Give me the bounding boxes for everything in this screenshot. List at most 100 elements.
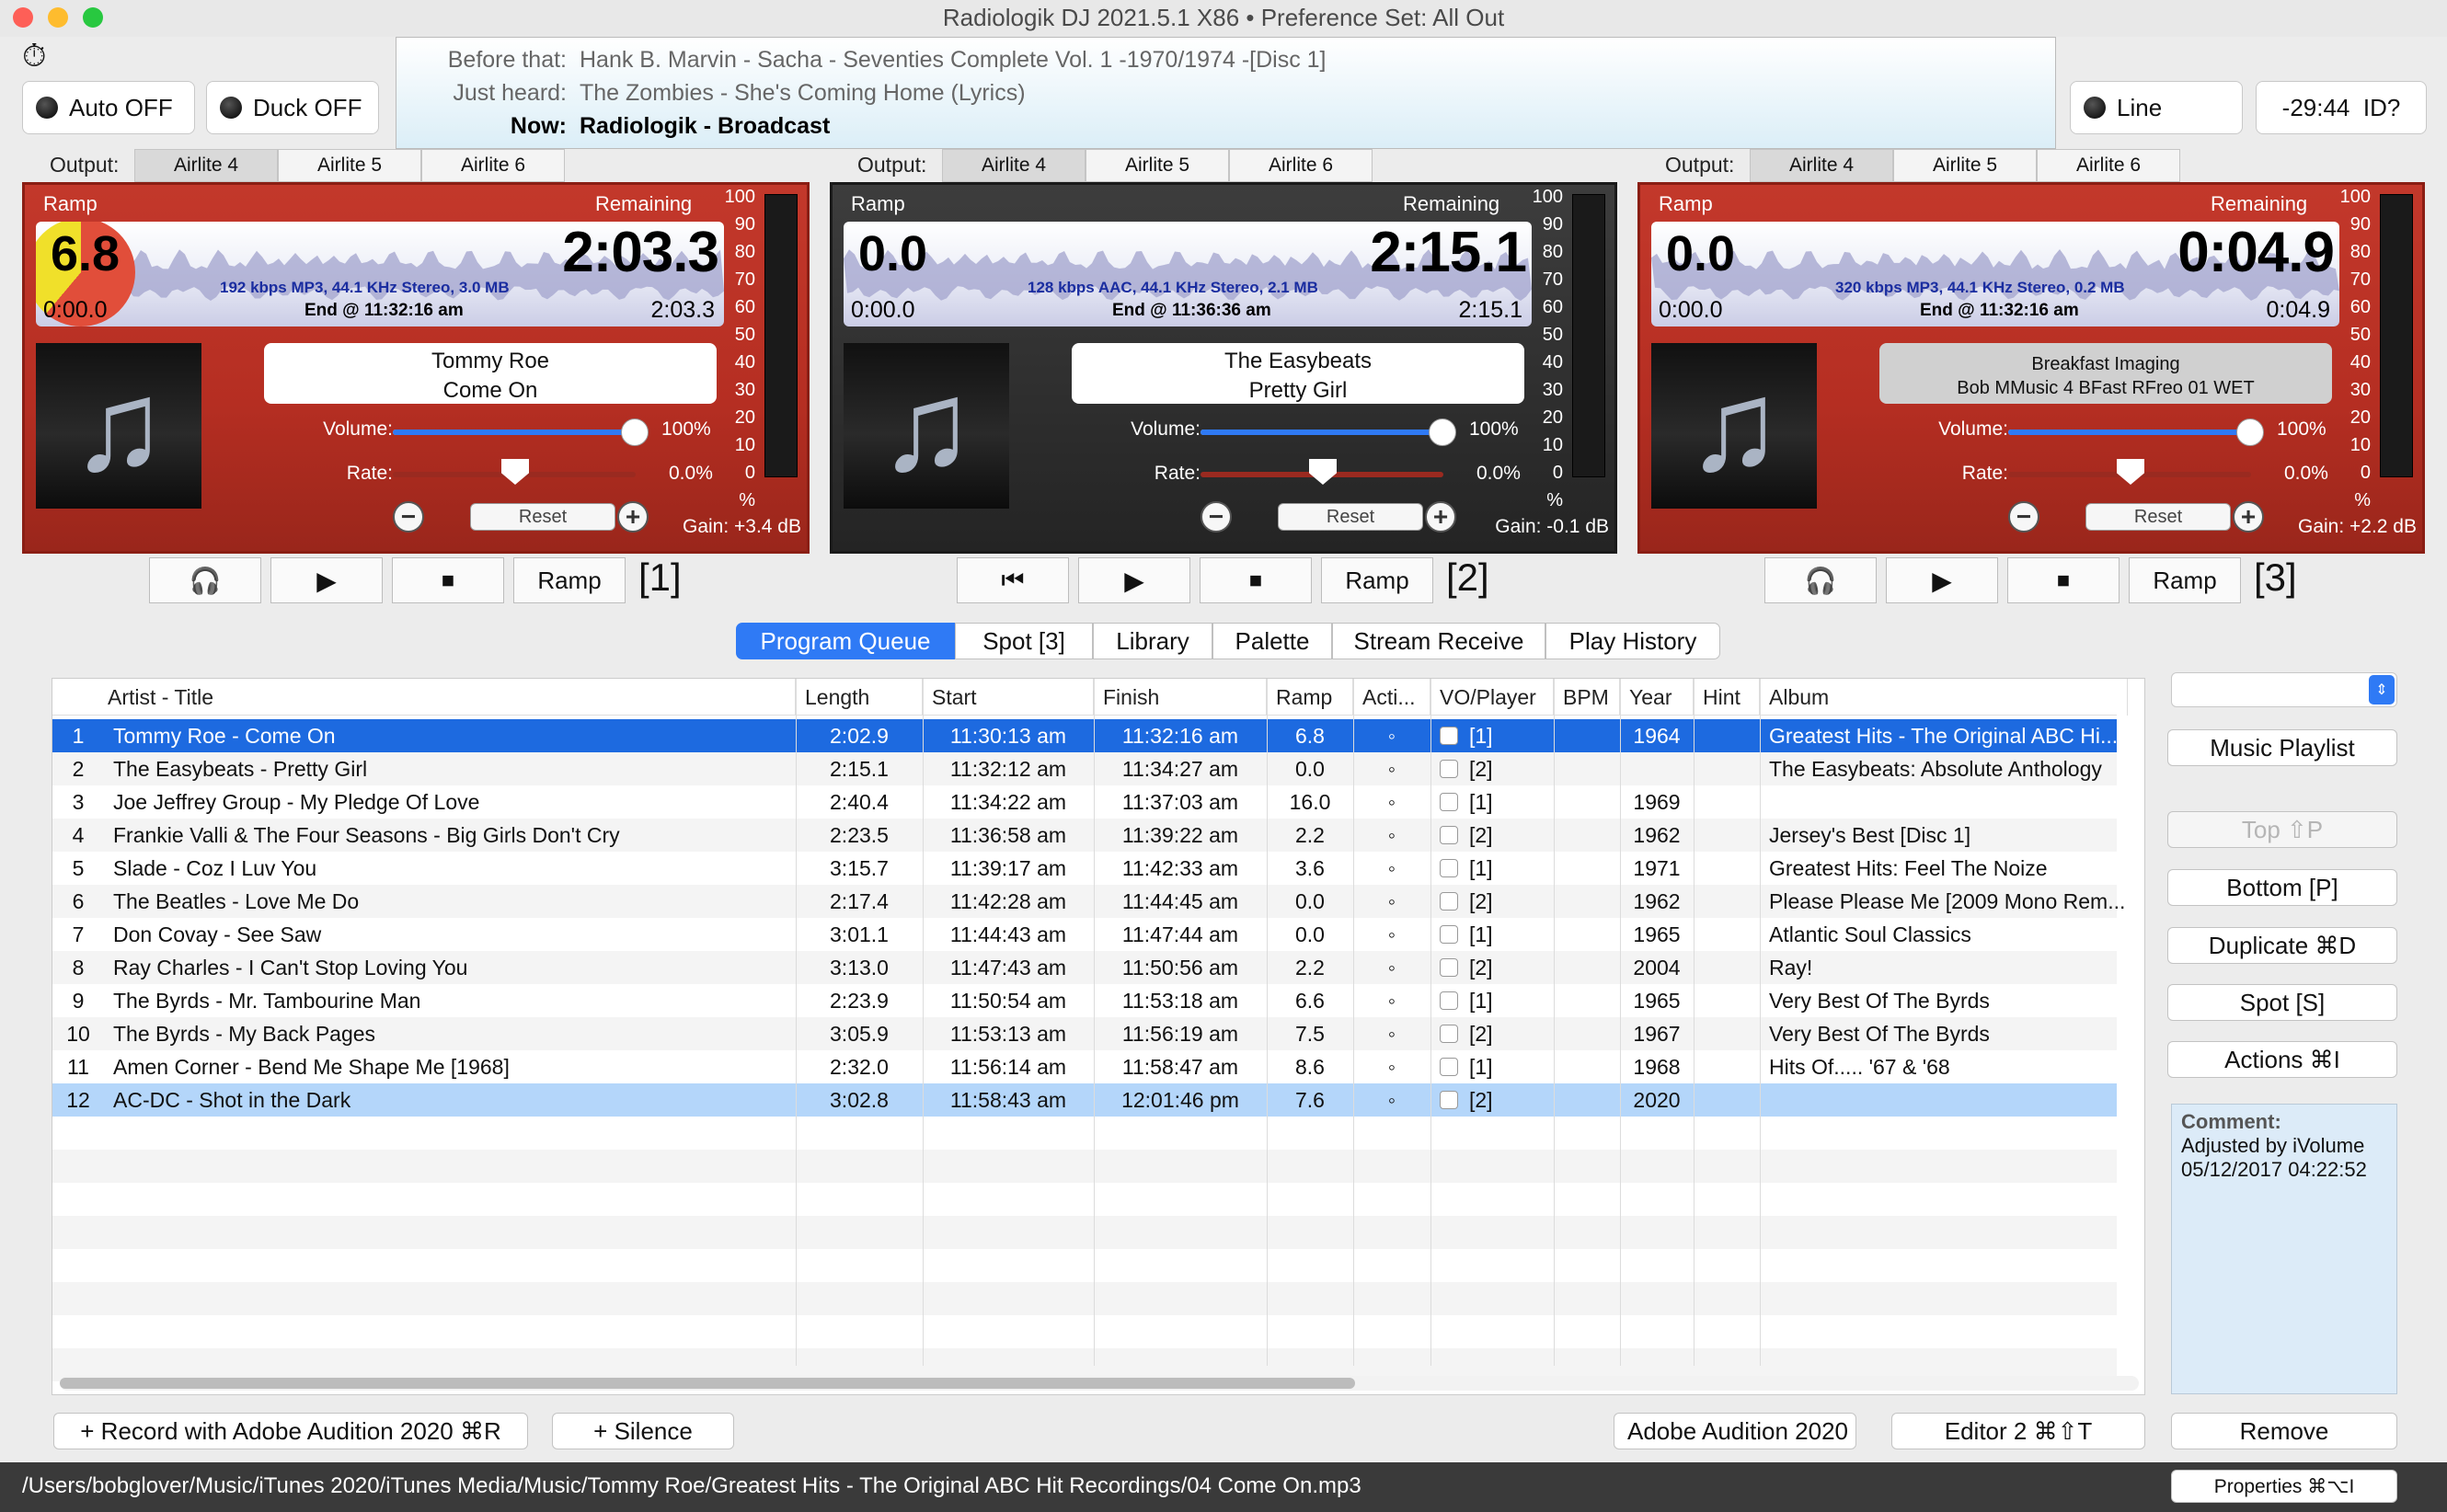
table-row[interactable]: 2 The Easybeats - Pretty Girl 2:15.1 11:32:… (52, 752, 2117, 785)
headphones-button[interactable]: 🎧 (149, 557, 261, 603)
table-row[interactable]: 8 Ray Charles - I Can't Stop Loving You 3:… (52, 951, 2117, 984)
table-row[interactable]: 9 The Byrds - Mr. Tambourine Man 2:23.9 11:… (52, 984, 2117, 1017)
vo-checkbox[interactable] (1440, 1091, 1458, 1109)
rate-knob[interactable] (2117, 459, 2144, 485)
output-tab[interactable]: Airlite 6 (1229, 149, 1373, 182)
rate-plus-button[interactable]: + (1425, 501, 1456, 533)
volume-knob[interactable] (2236, 418, 2264, 446)
table-row[interactable]: 7 Don Covay - See Saw 3:01.1 11:44:43 am 11:… (52, 918, 2117, 951)
auto-toggle-button[interactable]: Auto OFF (22, 81, 195, 134)
rate-plus-button[interactable]: + (617, 501, 649, 533)
vo-checkbox[interactable] (1440, 859, 1458, 877)
column-header[interactable]: VO/Player (1430, 679, 1554, 716)
column-header[interactable]: Album (1760, 679, 2128, 716)
volume-slider[interactable] (1201, 430, 1443, 435)
column-header[interactable]: BPM (1554, 679, 1620, 716)
waveform-display[interactable]: 0.0 0:04.9 0:00.0 0:04.9 320 kbps MP3, 44.1 … (1651, 222, 2339, 326)
rate-knob[interactable] (501, 459, 529, 485)
add-silence-button[interactable]: + Silence (552, 1413, 734, 1449)
output-tab[interactable]: Airlite 5 (1086, 149, 1229, 182)
table-row[interactable]: 5 Slade - Coz I Luv You 3:15.7 11:39:17 am 1… (52, 852, 2117, 885)
audition-button[interactable]: Adobe Audition 2020 (1614, 1413, 1856, 1449)
cue-button[interactable]: ⏹ (2007, 557, 2120, 603)
vo-checkbox[interactable] (1440, 1025, 1458, 1043)
editor-button[interactable]: Editor 2 ⌘⇧T (1891, 1413, 2145, 1449)
output-tab[interactable]: Airlite 4 (1750, 149, 1893, 182)
output-tab[interactable]: Airlite 4 (134, 149, 278, 182)
playlist-select[interactable]: ⇕ (2171, 672, 2397, 707)
column-header[interactable]: Acti... (1353, 679, 1430, 716)
rate-minus-button[interactable]: − (1201, 501, 1232, 533)
output-tab[interactable]: Airlite 6 (2037, 149, 2180, 182)
vo-checkbox[interactable] (1440, 826, 1458, 844)
tab-stream-receive[interactable]: Stream Receive (1332, 623, 1545, 659)
column-header[interactable]: Artist - Title (52, 679, 796, 716)
comment-box[interactable]: Comment: Adjusted by iVolume 05/12/2017 … (2171, 1104, 2397, 1394)
column-header[interactable]: Length (796, 679, 923, 716)
skip-back-button[interactable]: ⏮ (957, 557, 1069, 603)
track-info[interactable]: The Easybeats Pretty Girl (1072, 343, 1524, 404)
tab-palette[interactable]: Palette (1212, 623, 1332, 659)
waveform-display[interactable]: 6.8 2:03.3 0:00.0 2:03.3 192 kbps MP3, 44.1 … (36, 222, 724, 326)
column-header[interactable]: Start (923, 679, 1094, 716)
remove-button[interactable]: Remove (2171, 1413, 2397, 1449)
rate-reset-button[interactable]: Reset (470, 503, 615, 531)
duck-toggle-button[interactable]: Duck OFF (206, 81, 379, 134)
line-input-button[interactable]: Line (2070, 81, 2243, 134)
rate-minus-button[interactable]: − (393, 501, 424, 533)
vo-checkbox[interactable] (1440, 892, 1458, 911)
tab-play-history[interactable]: Play History (1545, 623, 1720, 659)
cue-button[interactable]: ⏹ (392, 557, 504, 603)
track-info[interactable]: Tommy Roe Come On (264, 343, 717, 404)
tab-library[interactable]: Library (1093, 623, 1212, 659)
play-button[interactable]: ▶ (270, 557, 383, 603)
headphones-button[interactable]: 🎧 (1764, 557, 1877, 603)
volume-knob[interactable] (1429, 418, 1456, 446)
horizontal-scrollbar[interactable] (60, 1376, 2139, 1391)
column-header[interactable]: Finish (1094, 679, 1267, 716)
rate-knob[interactable] (1309, 459, 1337, 485)
stopwatch-icon[interactable]: ⏱ (22, 39, 47, 74)
vo-checkbox[interactable] (1440, 793, 1458, 811)
scrollbar-thumb[interactable] (60, 1378, 1355, 1389)
column-header[interactable]: Year (1620, 679, 1694, 716)
vo-checkbox[interactable] (1440, 727, 1458, 745)
table-row[interactable]: 10 The Byrds - My Back Pages 3:05.9 11:53:1… (52, 1017, 2117, 1050)
column-header[interactable]: Hint (1694, 679, 1760, 716)
table-row[interactable]: 3 Joe Jeffrey Group - My Pledge Of Love 2:… (52, 785, 2117, 819)
ramp-button[interactable]: Ramp (2129, 557, 2241, 603)
table-row[interactable]: 11 Amen Corner - Bend Me Shape Me [1968] 2… (52, 1050, 2117, 1083)
volume-slider[interactable] (2008, 430, 2251, 435)
cue-button[interactable]: ⏹ (1200, 557, 1312, 603)
music-playlist-button[interactable]: Music Playlist (2167, 729, 2397, 766)
spot-button[interactable]: Spot [S] (2167, 984, 2397, 1021)
waveform-display[interactable]: 0.0 2:15.1 0:00.0 2:15.1 128 kbps AAC, 44.1 … (844, 222, 1532, 326)
rate-plus-button[interactable]: + (2233, 501, 2264, 533)
output-tab[interactable]: Airlite 6 (421, 149, 565, 182)
tab-spot-3[interactable]: Spot [3] (955, 623, 1093, 659)
table-row[interactable]: 4 Frankie Valli & The Four Seasons - Big … (52, 819, 2117, 852)
tab-program-queue[interactable]: Program Queue (736, 623, 955, 659)
actions-button[interactable]: Actions ⌘I (2167, 1041, 2397, 1078)
ramp-button[interactable]: Ramp (1321, 557, 1433, 603)
vo-checkbox[interactable] (1440, 1058, 1458, 1076)
move-bottom-button[interactable]: Bottom [P] (2167, 869, 2397, 906)
output-tab[interactable]: Airlite 5 (1893, 149, 2037, 182)
volume-knob[interactable] (621, 418, 649, 446)
volume-slider[interactable] (393, 430, 636, 435)
rate-reset-button[interactable]: Reset (1278, 503, 1423, 531)
rate-minus-button[interactable]: − (2008, 501, 2039, 533)
output-tab[interactable]: Airlite 5 (278, 149, 421, 182)
clock-id-button[interactable]: -29:44 ID? (2256, 81, 2427, 134)
ramp-button[interactable]: Ramp (513, 557, 626, 603)
vo-checkbox[interactable] (1440, 760, 1458, 778)
table-row[interactable]: 1 Tommy Roe - Come On 2:02.9 11:30:13 am 11:… (52, 719, 2118, 752)
table-row[interactable]: 6 The Beatles - Love Me Do 2:17.4 11:42:28 … (52, 885, 2125, 918)
column-header[interactable]: Ramp (1267, 679, 1353, 716)
vo-checkbox[interactable] (1440, 991, 1458, 1010)
duplicate-button[interactable]: Duplicate ⌘D (2167, 927, 2397, 964)
vo-checkbox[interactable] (1440, 925, 1458, 944)
output-tab[interactable]: Airlite 4 (942, 149, 1086, 182)
rate-reset-button[interactable]: Reset (2085, 503, 2231, 531)
play-button[interactable]: ▶ (1886, 557, 1998, 603)
